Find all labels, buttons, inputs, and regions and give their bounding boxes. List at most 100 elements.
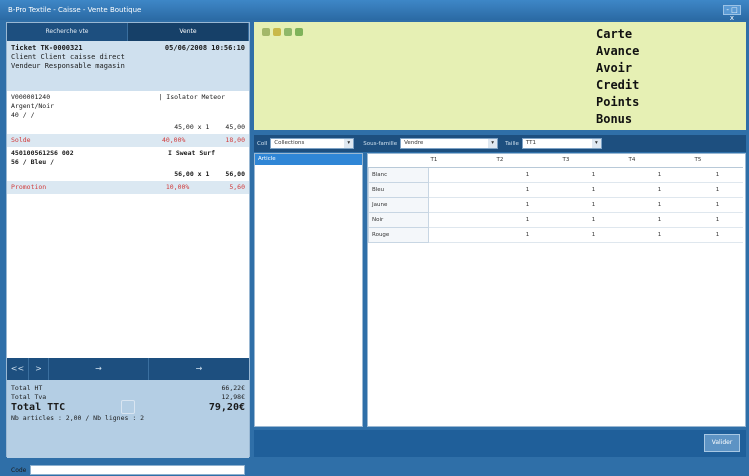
line-qty: 56,00 x 1 bbox=[174, 170, 210, 178]
grid-cell[interactable]: 1 bbox=[692, 167, 743, 183]
payment-panel: Carte Avance Avoir Credit Points Bonus bbox=[254, 22, 746, 130]
grid-cell[interactable]: 1 bbox=[626, 212, 693, 228]
row-label: Noir bbox=[368, 211, 429, 228]
code-input[interactable] bbox=[30, 465, 245, 475]
grid-cell[interactable] bbox=[428, 212, 495, 228]
ticket-line[interactable]: V000001240 | Isolator Meteor Argent/Noir… bbox=[7, 91, 249, 134]
grid-header: T5 bbox=[692, 154, 743, 168]
discount-amount: 5,60 bbox=[229, 183, 245, 191]
grid-cell[interactable]: 1 bbox=[626, 197, 693, 213]
window-controls[interactable]: - □ x bbox=[723, 5, 741, 22]
grid-cell[interactable] bbox=[428, 227, 495, 243]
line-detail: Argent/Noir bbox=[11, 102, 55, 110]
table-row[interactable]: Rouge 1 1 1 1 bbox=[368, 226, 743, 243]
grid-cell[interactable]: 1 bbox=[626, 182, 693, 198]
grid-header: T4 bbox=[626, 154, 693, 168]
line-ref: V000001240 bbox=[11, 93, 51, 101]
filter-label: Sous-famille bbox=[363, 140, 398, 147]
ticket-toolbar: << > → → bbox=[7, 358, 249, 380]
row-label: Jaune bbox=[368, 196, 429, 213]
grid-cell[interactable]: 1 bbox=[494, 197, 561, 213]
table-row[interactable]: Jaune 1 1 1 1 bbox=[368, 196, 743, 213]
cash-drawer-icon[interactable] bbox=[121, 400, 135, 414]
payment-mode-points[interactable]: Points bbox=[596, 94, 639, 111]
size-color-grid: T1 T2 T3 T4 T5 Blanc 1 1 1 1 Bleu 1 1 1 bbox=[367, 153, 746, 427]
validate-button[interactable]: Valider bbox=[704, 434, 740, 452]
vendor-line[interactable]: Vendeur Responsable magasin bbox=[11, 62, 245, 71]
grid-cell[interactable]: 1 bbox=[494, 182, 561, 198]
discount-label: Promotion bbox=[11, 183, 47, 191]
grid-cell[interactable] bbox=[428, 182, 495, 198]
line-qty: 45,00 x 1 bbox=[174, 123, 210, 131]
table-row[interactable]: Blanc 1 1 1 1 bbox=[368, 166, 743, 183]
grid-cell[interactable]: 1 bbox=[692, 197, 743, 213]
grid-cell[interactable]: 1 bbox=[626, 167, 693, 183]
info-icon[interactable] bbox=[284, 28, 292, 36]
ticket-number: Ticket TK-0000321 bbox=[11, 44, 83, 52]
total-ttc-value: 79,20€ bbox=[208, 402, 245, 413]
payment-mode-avoir[interactable]: Avoir bbox=[596, 60, 639, 77]
grid-cell[interactable]: 1 bbox=[560, 227, 627, 243]
line-desc: | Isolator Meteor bbox=[158, 93, 225, 101]
total-tva-label: Total Tva bbox=[11, 393, 47, 401]
payment-mode-credit[interactable]: Credit bbox=[596, 77, 639, 94]
tab-bar: Recherche vte Vente bbox=[7, 23, 249, 41]
discount-pct: 40,00% bbox=[161, 136, 186, 144]
arrow-button[interactable]: → bbox=[149, 358, 249, 380]
window-title: B-Pro Textile - Caisse - Vente Boutique bbox=[8, 6, 142, 14]
discount-label: Solde bbox=[11, 136, 31, 144]
grid-cell[interactable] bbox=[428, 167, 495, 183]
size-select[interactable]: TT1 bbox=[521, 138, 602, 149]
grid-cell[interactable]: 1 bbox=[560, 197, 627, 213]
code-input-row: Code bbox=[7, 464, 249, 476]
grid-cell[interactable]: 1 bbox=[626, 227, 693, 243]
ticket-header: Ticket TK-0000321 05/06/2008 10:56:10 Cl… bbox=[7, 41, 249, 91]
next-button[interactable]: > bbox=[29, 358, 49, 380]
category-list: Article bbox=[254, 153, 363, 427]
grid-cell[interactable]: 1 bbox=[560, 182, 627, 198]
payment-mode-carte[interactable]: Carte bbox=[596, 26, 639, 43]
discount-line[interactable]: Promotion 10,00% 5,60 bbox=[7, 181, 249, 194]
collection-select[interactable]: Collections bbox=[270, 138, 355, 149]
first-button[interactable]: << bbox=[7, 358, 29, 380]
discount-line[interactable]: Solde 40,00% 18,00 bbox=[7, 134, 249, 147]
grid-cell[interactable]: 1 bbox=[494, 167, 561, 183]
tab-recherche[interactable]: Recherche vte bbox=[7, 23, 128, 41]
print-icon[interactable] bbox=[262, 28, 270, 36]
filter-label: Coll bbox=[257, 140, 268, 147]
grid-cell[interactable] bbox=[428, 197, 495, 213]
total-tva-value: 12,98€ bbox=[221, 393, 245, 401]
grid-cell[interactable]: 1 bbox=[692, 212, 743, 228]
grid-cell[interactable]: 1 bbox=[560, 167, 627, 183]
line-detail: 56 / Bleu / bbox=[11, 158, 55, 166]
grid-cell[interactable]: 1 bbox=[560, 212, 627, 228]
grid-cell[interactable]: 1 bbox=[692, 182, 743, 198]
total-ht-label: Total HT bbox=[11, 384, 43, 392]
tab-vente[interactable]: Vente bbox=[128, 23, 249, 41]
ticket-line[interactable]: 4501005612S6 002 I Sweat Surf 56 / Bleu … bbox=[7, 147, 249, 181]
arrow-button[interactable]: → bbox=[49, 358, 149, 380]
grid-cell[interactable]: 1 bbox=[494, 227, 561, 243]
table-row[interactable]: Bleu 1 1 1 1 bbox=[368, 181, 743, 198]
warning-icon[interactable] bbox=[273, 28, 281, 36]
grid-cell[interactable]: 1 bbox=[494, 212, 561, 228]
list-item[interactable]: Article bbox=[255, 154, 362, 165]
row-label: Bleu bbox=[368, 181, 429, 198]
payment-modes: Carte Avance Avoir Credit Points Bonus bbox=[596, 26, 639, 128]
totals-panel: Total HT 66,22€ Total Tva 12,98€ Total T… bbox=[7, 380, 249, 458]
discount-amount: 18,00 bbox=[225, 136, 245, 144]
table-row[interactable]: Noir 1 1 1 1 bbox=[368, 211, 743, 228]
grid-header-row: T1 T2 T3 T4 T5 bbox=[368, 154, 743, 168]
check-icon[interactable] bbox=[295, 28, 303, 36]
grid-header bbox=[368, 154, 429, 168]
payment-mode-avance[interactable]: Avance bbox=[596, 43, 639, 60]
total-ttc-label: Total TTC bbox=[11, 402, 66, 413]
totals-summary: Nb articles : 2,00 / Nb lignes : 2 bbox=[11, 414, 145, 422]
filter-label: Taille bbox=[505, 140, 519, 147]
line-detail: 40 / / bbox=[11, 111, 35, 119]
client-line[interactable]: Client Client caisse direct bbox=[11, 53, 245, 62]
subfamily-select[interactable]: Vendre bbox=[400, 138, 499, 149]
payment-mode-bonus[interactable]: Bonus bbox=[596, 111, 639, 128]
grid-cell[interactable]: 1 bbox=[692, 227, 743, 243]
ticket-date: 05/06/2008 10:56:10 bbox=[164, 44, 245, 52]
